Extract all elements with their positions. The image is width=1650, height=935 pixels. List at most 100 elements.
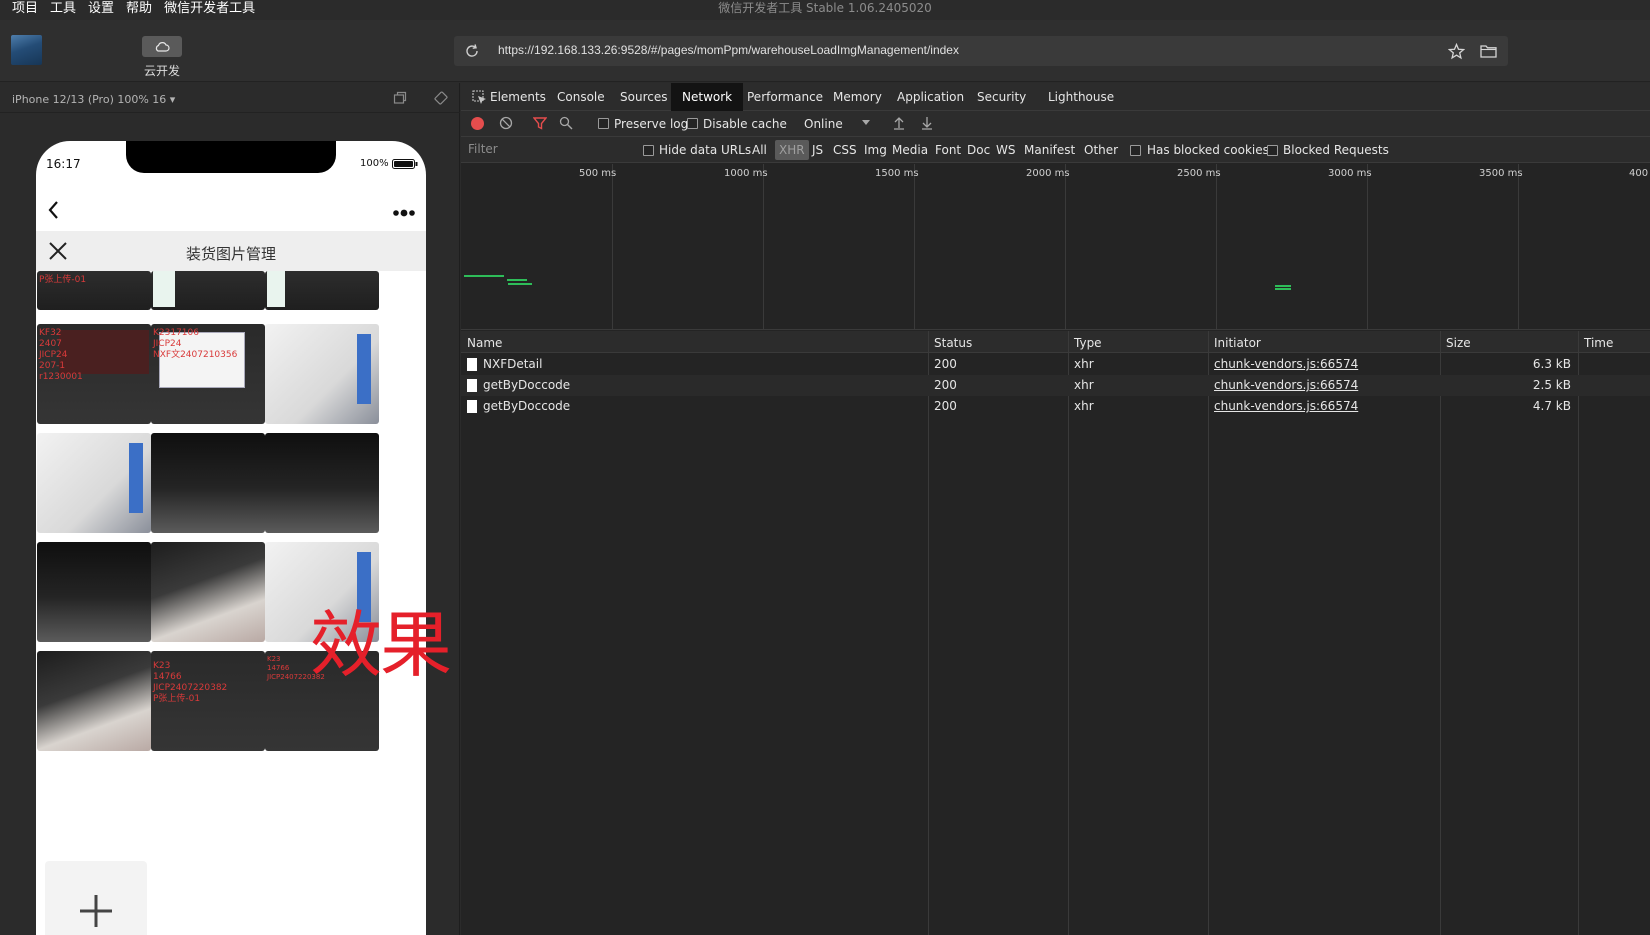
- throttle-select[interactable]: Online: [804, 117, 843, 131]
- hide-data-urls-checkbox[interactable]: [643, 145, 654, 156]
- preserve-log-checkbox[interactable]: [598, 118, 609, 129]
- import-har-icon[interactable]: [893, 116, 905, 130]
- menu-bar: 项目 工具 设置 帮助 微信开发者工具 微信开发者工具 Stable 1.06.…: [0, 0, 1650, 20]
- filter-type-all[interactable]: All: [752, 143, 767, 157]
- cloud-dev-button[interactable]: [142, 36, 182, 57]
- request-initiator-link[interactable]: chunk-vendors.js:66574: [1214, 399, 1358, 413]
- clear-icon[interactable]: [499, 116, 513, 130]
- phone-screen: 16:17 100% 装货图片管理 P张上传-01 KF32 2407 JICP…: [36, 141, 426, 935]
- overview-tick-label: 400: [1629, 168, 1649, 179]
- table-row[interactable]: NXFDetail 200 xhr chunk-vendors.js:66574…: [461, 354, 1650, 375]
- overview-tick-label: 500 ms: [579, 168, 617, 179]
- file-icon: [467, 400, 477, 413]
- disable-cache-checkbox[interactable]: [687, 118, 698, 129]
- filter-type-media[interactable]: Media: [892, 143, 928, 157]
- filter-input[interactable]: Filter: [466, 140, 616, 159]
- column-status[interactable]: Status: [934, 336, 972, 350]
- devtools-panel: Elements Console Sources Network Perform…: [461, 83, 1650, 935]
- request-initiator-link[interactable]: chunk-vendors.js:66574: [1214, 378, 1358, 392]
- export-har-icon[interactable]: [921, 116, 933, 130]
- photo-thumb[interactable]: KF32 2407 JICP24 207-1 r1230001: [37, 324, 151, 424]
- photo-thumb[interactable]: [265, 271, 379, 310]
- more-icon[interactable]: [392, 209, 416, 217]
- overview-gridline: [1518, 164, 1519, 330]
- filter-icon[interactable]: [533, 116, 547, 130]
- rotate-icon[interactable]: [434, 91, 448, 105]
- tab-security[interactable]: Security: [966, 83, 1037, 111]
- photo-thumb[interactable]: K23 14766 JICP2407220382 P张上传-01: [151, 651, 265, 751]
- filter-type-other[interactable]: Other: [1084, 143, 1118, 157]
- column-time[interactable]: Time: [1584, 336, 1613, 350]
- record-button[interactable]: [471, 117, 484, 130]
- thumb-strip: [129, 443, 143, 513]
- photo-thumb[interactable]: [37, 433, 151, 533]
- filter-type-xhr[interactable]: XHR: [775, 140, 809, 160]
- photo-thumb[interactable]: [151, 433, 265, 533]
- column-size[interactable]: Size: [1446, 336, 1471, 350]
- request-type: xhr: [1074, 378, 1094, 392]
- tab-network[interactable]: Network: [671, 83, 744, 111]
- photo-thumb[interactable]: [265, 324, 379, 424]
- tab-performance[interactable]: Performance: [736, 83, 834, 111]
- column-divider: [1578, 331, 1579, 935]
- request-type: xhr: [1074, 357, 1094, 371]
- folder-icon[interactable]: [1480, 44, 1497, 58]
- search-icon[interactable]: [559, 116, 573, 130]
- filter-type-js[interactable]: JS: [812, 143, 823, 157]
- tab-lighthouse[interactable]: Lighthouse: [1037, 83, 1125, 111]
- has-blocked-cookies-label: Has blocked cookies: [1147, 143, 1269, 157]
- table-row[interactable]: getByDoccode 200 xhr chunk-vendors.js:66…: [461, 375, 1650, 396]
- filter-type-doc[interactable]: Doc: [967, 143, 990, 157]
- request-name[interactable]: getByDoccode: [483, 399, 570, 413]
- reload-icon[interactable]: [464, 43, 480, 59]
- cloud-icon: [155, 41, 170, 52]
- address-bar[interactable]: https://192.168.133.26:9528/#/pages/momP…: [454, 36, 1508, 66]
- back-icon[interactable]: [46, 199, 62, 221]
- overview-gridline: [1367, 164, 1368, 330]
- network-overview[interactable]: 500 ms 1000 ms 1500 ms 2000 ms 2500 ms 3…: [461, 164, 1650, 330]
- request-timing-bar: [507, 279, 527, 281]
- filter-type-css[interactable]: CSS: [833, 143, 857, 157]
- request-initiator-link[interactable]: chunk-vendors.js:66574: [1214, 357, 1358, 371]
- photo-thumb[interactable]: P张上传-01: [37, 271, 151, 310]
- photo-thumb[interactable]: [151, 271, 265, 310]
- tab-memory[interactable]: Memory: [822, 83, 893, 111]
- photo-thumb[interactable]: [37, 542, 151, 642]
- has-blocked-cookies-checkbox[interactable]: [1130, 145, 1141, 156]
- filter-type-font[interactable]: Font: [935, 143, 961, 157]
- hide-data-urls-label: Hide data URLs: [659, 143, 752, 157]
- device-select[interactable]: iPhone 12/13 (Pro) 100% 16 ▾: [12, 93, 175, 106]
- column-divider: [1208, 331, 1209, 935]
- url-text[interactable]: https://192.168.133.26:9528/#/pages/momP…: [498, 43, 959, 57]
- popout-icon[interactable]: [393, 91, 407, 105]
- star-icon[interactable]: [1448, 43, 1465, 60]
- photo-thumb[interactable]: [37, 651, 151, 751]
- filter-type-img[interactable]: Img: [864, 143, 887, 157]
- overview-tick-label: 3000 ms: [1328, 168, 1372, 179]
- disable-cache-label: Disable cache: [703, 117, 787, 131]
- requests-table-header: Name Status Type Initiator Size Time: [461, 331, 1650, 353]
- overview-tick-label: 2000 ms: [1026, 168, 1070, 179]
- column-name[interactable]: Name: [467, 336, 502, 350]
- filter-type-manifest[interactable]: Manifest: [1024, 143, 1075, 157]
- avatar[interactable]: [11, 35, 42, 65]
- photo-thumb[interactable]: [151, 542, 265, 642]
- tab-console[interactable]: Console: [546, 83, 616, 111]
- overlay-annotation: 效果: [310, 603, 452, 687]
- column-type[interactable]: Type: [1074, 336, 1102, 350]
- add-photo-button[interactable]: [45, 861, 147, 935]
- request-status: 200: [934, 378, 957, 392]
- photo-thumb[interactable]: K2317106 JICP24 NXF文2407210356: [151, 324, 265, 424]
- filter-type-ws[interactable]: WS: [996, 143, 1015, 157]
- request-name[interactable]: NXFDetail: [483, 357, 542, 371]
- table-row[interactable]: getByDoccode 200 xhr chunk-vendors.js:66…: [461, 396, 1650, 417]
- tab-application[interactable]: Application: [886, 83, 975, 111]
- request-name[interactable]: getByDoccode: [483, 378, 570, 392]
- dropdown-arrow-icon[interactable]: [862, 119, 870, 127]
- column-initiator[interactable]: Initiator: [1214, 336, 1261, 350]
- tab-sources[interactable]: Sources: [609, 83, 678, 111]
- phone-notch: [126, 141, 336, 173]
- overview-gridline: [763, 164, 764, 330]
- photo-thumb[interactable]: [265, 433, 379, 533]
- blocked-requests-checkbox[interactable]: [1267, 145, 1278, 156]
